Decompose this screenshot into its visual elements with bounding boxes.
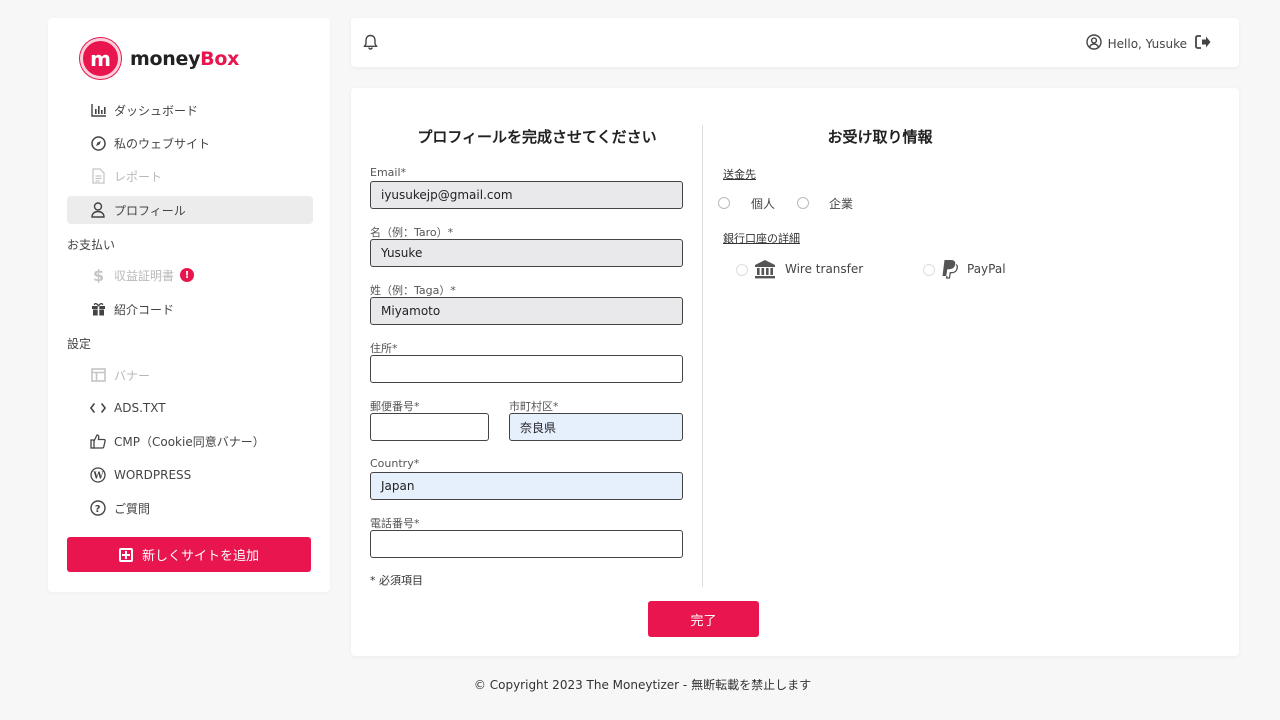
sidebar-item-profile[interactable]: プロフィール (67, 196, 313, 224)
bank-details-label: 銀行口座の詳細 (723, 232, 800, 245)
logo-text-box: Box (200, 47, 240, 70)
profile-form-title: プロフィールを完成させてください (417, 128, 657, 146)
bar-chart-icon (90, 102, 106, 118)
required-note: * 必須項目 (370, 574, 423, 587)
sidebar-item-label: ADS.TXT (114, 401, 166, 415)
sidebar-item-dashboard[interactable]: ダッシュボード (67, 96, 313, 124)
wordpress-icon: W (90, 467, 106, 483)
section-heading-payments: お支払い (67, 238, 116, 252)
brand-logo[interactable]: m moneyBox (80, 38, 239, 79)
sidebar-item-banner[interactable]: バナー (67, 361, 313, 389)
wire-transfer-label: Wire transfer (785, 262, 864, 276)
column-divider (702, 125, 703, 587)
compass-icon (90, 135, 106, 151)
sidebar-item-label: 紹介コード (114, 302, 175, 317)
logo-text-money: money (130, 47, 201, 70)
sidebar-item-report[interactable]: レポート (67, 162, 313, 190)
email-label: Email* (370, 166, 407, 179)
receive-info-title: お受け取り情報 (827, 128, 933, 146)
user-greeting: Hello, Yusuke (1107, 36, 1187, 51)
alert-icon: ! (180, 268, 195, 282)
first-name-label: 名（例：Taro）* (370, 226, 454, 239)
footer-copyright: © Copyright 2023 The Moneytizer - 無断転載を禁… (473, 678, 812, 692)
country-label: Country* (370, 457, 420, 470)
profile-card: プロフィールを完成させてください Email* iyusukejp@gmail.… (351, 88, 1239, 656)
svg-text:$: $ (93, 267, 103, 283)
logo-letter: m (90, 46, 111, 71)
wire-transfer-radio[interactable] (736, 264, 748, 276)
address-field[interactable] (370, 355, 683, 383)
code-icon (90, 400, 106, 416)
last-name-label: 姓（例：Taga）* (370, 284, 456, 297)
thumbs-up-icon (90, 433, 106, 449)
dollar-icon: $ (90, 267, 106, 283)
recipient-company-radio[interactable] (797, 197, 809, 209)
postal-code-field[interactable] (370, 413, 489, 441)
country-select[interactable]: Japan (370, 472, 683, 500)
paypal-icon (942, 260, 958, 279)
top-bar: Hello, Yusuke (351, 18, 1239, 67)
user-circle-icon (1085, 34, 1102, 53)
phone-label: 電話番号* (370, 517, 420, 530)
add-site-label: 新しくサイトを追加 (141, 549, 259, 564)
paypal-radio[interactable] (923, 264, 935, 276)
postal-code-label: 郵便番号* (370, 400, 420, 413)
document-icon (90, 168, 106, 184)
section-heading-settings: 設定 (67, 337, 92, 351)
logout-icon[interactable] (1195, 35, 1211, 52)
logo-mark: m (80, 38, 121, 79)
bell-icon[interactable] (363, 34, 378, 54)
question-icon: ? (90, 500, 106, 516)
first-name-field[interactable]: Yusuke (370, 239, 683, 267)
last-name-field[interactable]: Miyamoto (370, 297, 683, 325)
wire-transfer-option[interactable]: Wire transfer (754, 259, 863, 279)
sidebar-item-wordpress[interactable]: W WORDPRESS (67, 461, 313, 489)
sidebar-item-label: ダッシュボード (114, 103, 199, 118)
paypal-label: PayPal (967, 262, 1006, 276)
recipient-type-label: 送金先 (723, 168, 756, 181)
recipient-individual-label[interactable]: 個人 (751, 195, 775, 212)
add-site-button[interactable]: 新しくサイトを追加 (67, 537, 311, 572)
recipient-company-label[interactable]: 企業 (829, 195, 853, 212)
email-field[interactable]: iyusukejp@gmail.com (370, 181, 683, 209)
logo-text: moneyBox (130, 48, 239, 70)
user-menu[interactable]: Hello, Yusuke (1085, 34, 1211, 53)
sidebar-item-label: プロフィール (114, 203, 186, 218)
sidebar-item-revenue-certificate[interactable]: $ 収益証明書 ! (67, 261, 313, 289)
sidebar-item-label: 収益証明書 (114, 268, 175, 283)
plus-square-icon (118, 547, 133, 562)
sidebar-item-label: バナー (114, 368, 151, 383)
sidebar-item-label: CMP（Cookie同意バナー） (114, 434, 265, 449)
paypal-option[interactable]: PayPal (941, 259, 1006, 279)
svg-text:?: ? (95, 504, 101, 515)
bank-icon (755, 260, 775, 279)
sidebar-item-cmp[interactable]: CMP（Cookie同意バナー） (67, 427, 313, 455)
city-label: 市町村区* (509, 400, 559, 413)
gift-icon (90, 301, 106, 317)
recipient-individual-radio[interactable] (718, 197, 730, 209)
city-field[interactable]: 奈良県 (509, 413, 683, 441)
sidebar-item-label: 私のウェブサイト (114, 136, 211, 151)
sidebar-item-faq[interactable]: ? ご質問 (67, 494, 313, 522)
sidebar-item-ads-txt[interactable]: ADS.TXT (67, 394, 313, 422)
user-icon (90, 202, 106, 218)
sidebar-item-label: WORDPRESS (114, 468, 192, 482)
sidebar: m moneyBox ダッシュボード 私のウェブサイト レポート プロフィール … (48, 18, 330, 592)
address-label: 住所* (370, 342, 398, 355)
sidebar-item-my-websites[interactable]: 私のウェブサイト (67, 129, 313, 157)
svg-text:W: W (92, 472, 104, 482)
sidebar-item-referral-code[interactable]: 紹介コード (67, 295, 313, 323)
sidebar-item-label: レポート (114, 169, 163, 184)
phone-field[interactable] (370, 530, 683, 558)
submit-button[interactable]: 完了 (648, 601, 759, 637)
sidebar-item-label: ご質問 (114, 501, 151, 516)
layout-icon (90, 367, 106, 383)
